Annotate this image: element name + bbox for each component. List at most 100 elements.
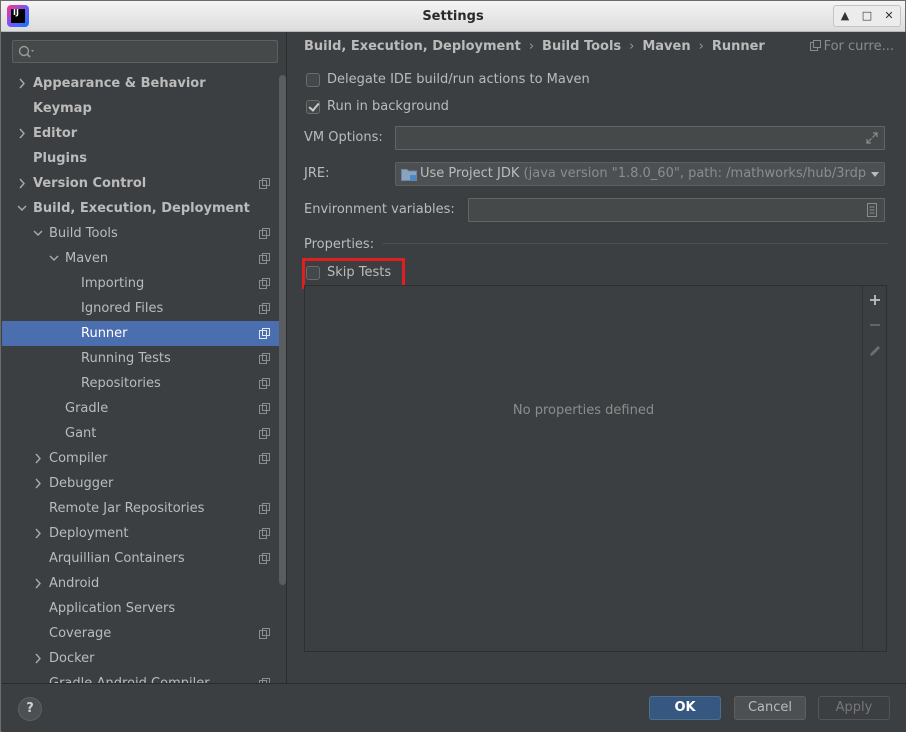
sidebar-item-label: Gant — [65, 426, 97, 441]
project-level-icon — [259, 353, 270, 364]
chevron-right-icon[interactable] — [32, 646, 44, 671]
sidebar-item[interactable]: Deployment — [2, 521, 286, 546]
sidebar-scrollbar-thumb[interactable] — [279, 75, 286, 585]
restore-button[interactable]: □ — [856, 6, 878, 26]
sidebar-item[interactable]: Maven — [2, 246, 286, 271]
run-in-background-checkbox[interactable] — [306, 100, 320, 114]
settings-tree: Appearance & Behavior Keymap Editor Plugins… — [2, 71, 286, 683]
chevron-right-icon[interactable] — [16, 71, 28, 96]
sidebar-item[interactable]: Appearance & Behavior — [2, 71, 286, 96]
sidebar-item[interactable]: Android — [2, 571, 286, 596]
maximize-up-button[interactable]: ▲ — [834, 6, 856, 26]
for-current-project-link[interactable]: For curre... — [809, 39, 894, 54]
vm-options-field[interactable] — [395, 126, 885, 150]
jre-selected-value: Use Project JDK — [420, 166, 520, 181]
sidebar-item-label: Application Servers — [49, 601, 176, 616]
sidebar-item-label: Arquillian Containers — [49, 551, 185, 566]
sidebar-item-label: Running Tests — [81, 351, 171, 366]
sidebar-item[interactable]: Gradle-Android Compiler — [2, 671, 286, 683]
breadcrumb-part: Maven — [642, 39, 691, 54]
sidebar-item[interactable]: Docker — [2, 646, 286, 671]
chevron-down-icon[interactable] — [866, 163, 884, 185]
chevron-right-icon[interactable] — [32, 521, 44, 546]
sidebar-item[interactable]: Keymap — [2, 96, 286, 121]
sidebar-item[interactable]: Build, Execution, Deployment — [2, 196, 286, 221]
sidebar-item-label: Editor — [33, 126, 78, 141]
chevron-down-icon[interactable] — [32, 221, 44, 246]
sidebar-item-label: Build, Execution, Deployment — [33, 201, 250, 216]
sidebar-item[interactable]: Plugins — [2, 146, 286, 171]
project-scope-icon — [809, 40, 821, 51]
project-level-icon — [259, 453, 270, 464]
properties-divider — [383, 243, 888, 244]
sidebar-item[interactable]: Ignored Files — [2, 296, 286, 321]
project-level-icon — [259, 178, 270, 189]
sidebar-item[interactable]: Build Tools — [2, 221, 286, 246]
sidebar-item-label: Repositories — [81, 376, 161, 391]
project-level-icon — [259, 628, 270, 639]
project-level-icon — [259, 553, 270, 564]
cancel-button[interactable]: Cancel — [734, 696, 806, 720]
sidebar-item[interactable]: Runner — [2, 321, 286, 346]
chevron-right-icon[interactable] — [16, 121, 28, 146]
runner-settings-panel: Build, Execution, Deployment › Build Tools… — [288, 32, 906, 683]
help-button[interactable]: ? — [18, 697, 42, 721]
title-bar[interactable]: IJ Settings ▲ □ ✕ — [1, 1, 905, 32]
close-button[interactable]: ✕ — [878, 6, 900, 26]
chevron-right-icon[interactable] — [16, 171, 28, 196]
chevron-down-icon[interactable] — [16, 196, 28, 221]
sidebar-item[interactable]: Remote Jar Repositories — [2, 496, 286, 521]
sidebar-item-label: Docker — [49, 651, 95, 666]
chevron-right-icon[interactable] — [32, 471, 44, 496]
project-level-icon — [259, 303, 270, 314]
settings-window: IJ Settings ▲ □ ✕ Appearance & Behavior K… — [0, 0, 906, 732]
edit-pencil-icon[interactable] — [868, 344, 882, 358]
sidebar-item[interactable]: Coverage — [2, 621, 286, 646]
jre-detail: (java version "1.8.0_60", path: /mathwor… — [523, 166, 885, 181]
delegate-build-checkbox[interactable] — [306, 73, 320, 87]
sidebar-item-label: Plugins — [33, 151, 87, 166]
chevron-right-icon[interactable] — [32, 571, 44, 596]
sidebar-item[interactable]: Importing — [2, 271, 286, 296]
sidebar-item[interactable]: Version Control — [2, 171, 286, 196]
breadcrumb-part: Runner — [711, 39, 765, 54]
sidebar-item-label: Appearance & Behavior — [33, 76, 206, 91]
dialog-footer: ? OK Cancel Apply — [2, 683, 906, 732]
breadcrumb-separator: › — [698, 39, 704, 54]
delegate-build-label: Delegate IDE build/run actions to Maven — [327, 72, 590, 87]
sidebar-item[interactable]: Arquillian Containers — [2, 546, 286, 571]
sidebar-item[interactable]: Application Servers — [2, 596, 286, 621]
environment-variables-field[interactable] — [468, 198, 885, 222]
breadcrumb-separator: › — [528, 39, 535, 54]
properties-table[interactable]: No properties defined — [304, 285, 887, 652]
sidebar-item[interactable]: Gradle — [2, 396, 286, 421]
sidebar-item-label: Remote Jar Repositories — [49, 501, 205, 516]
sidebar-item[interactable]: Debugger — [2, 471, 286, 496]
chevron-down-icon[interactable] — [48, 246, 60, 271]
vm-options-label: VM Options: — [304, 130, 383, 145]
ok-button[interactable]: OK — [649, 696, 721, 720]
search-input[interactable] — [37, 42, 273, 61]
project-level-icon — [259, 403, 270, 414]
properties-toolbar — [862, 286, 886, 651]
jre-label: JRE: — [304, 166, 330, 181]
settings-search[interactable] — [12, 40, 278, 63]
expand-icon[interactable] — [866, 132, 878, 144]
empty-properties-text: No properties defined — [512, 403, 655, 418]
sidebar-item[interactable]: Gant — [2, 421, 286, 446]
project-level-icon — [259, 328, 270, 339]
remove-icon[interactable] — [868, 318, 882, 332]
apply-button[interactable]: Apply — [818, 696, 890, 720]
sidebar-item[interactable]: Repositories — [2, 371, 286, 396]
sidebar-item[interactable]: Compiler — [2, 446, 286, 471]
sidebar-item-label: Version Control — [33, 176, 147, 191]
sidebar-item[interactable]: Running Tests — [2, 346, 286, 371]
browse-document-icon[interactable] — [866, 203, 878, 217]
sidebar-item[interactable]: Editor — [2, 121, 286, 146]
window-title: Settings — [422, 9, 484, 24]
add-icon[interactable] — [868, 293, 882, 307]
breadcrumb-part: Build, Execution, Deployment — [304, 39, 521, 54]
jre-dropdown[interactable]: Use Project JDK (java version "1.8.0_60"… — [395, 162, 885, 186]
app-logo-text: IJ — [13, 8, 19, 17]
chevron-right-icon[interactable] — [32, 446, 44, 471]
